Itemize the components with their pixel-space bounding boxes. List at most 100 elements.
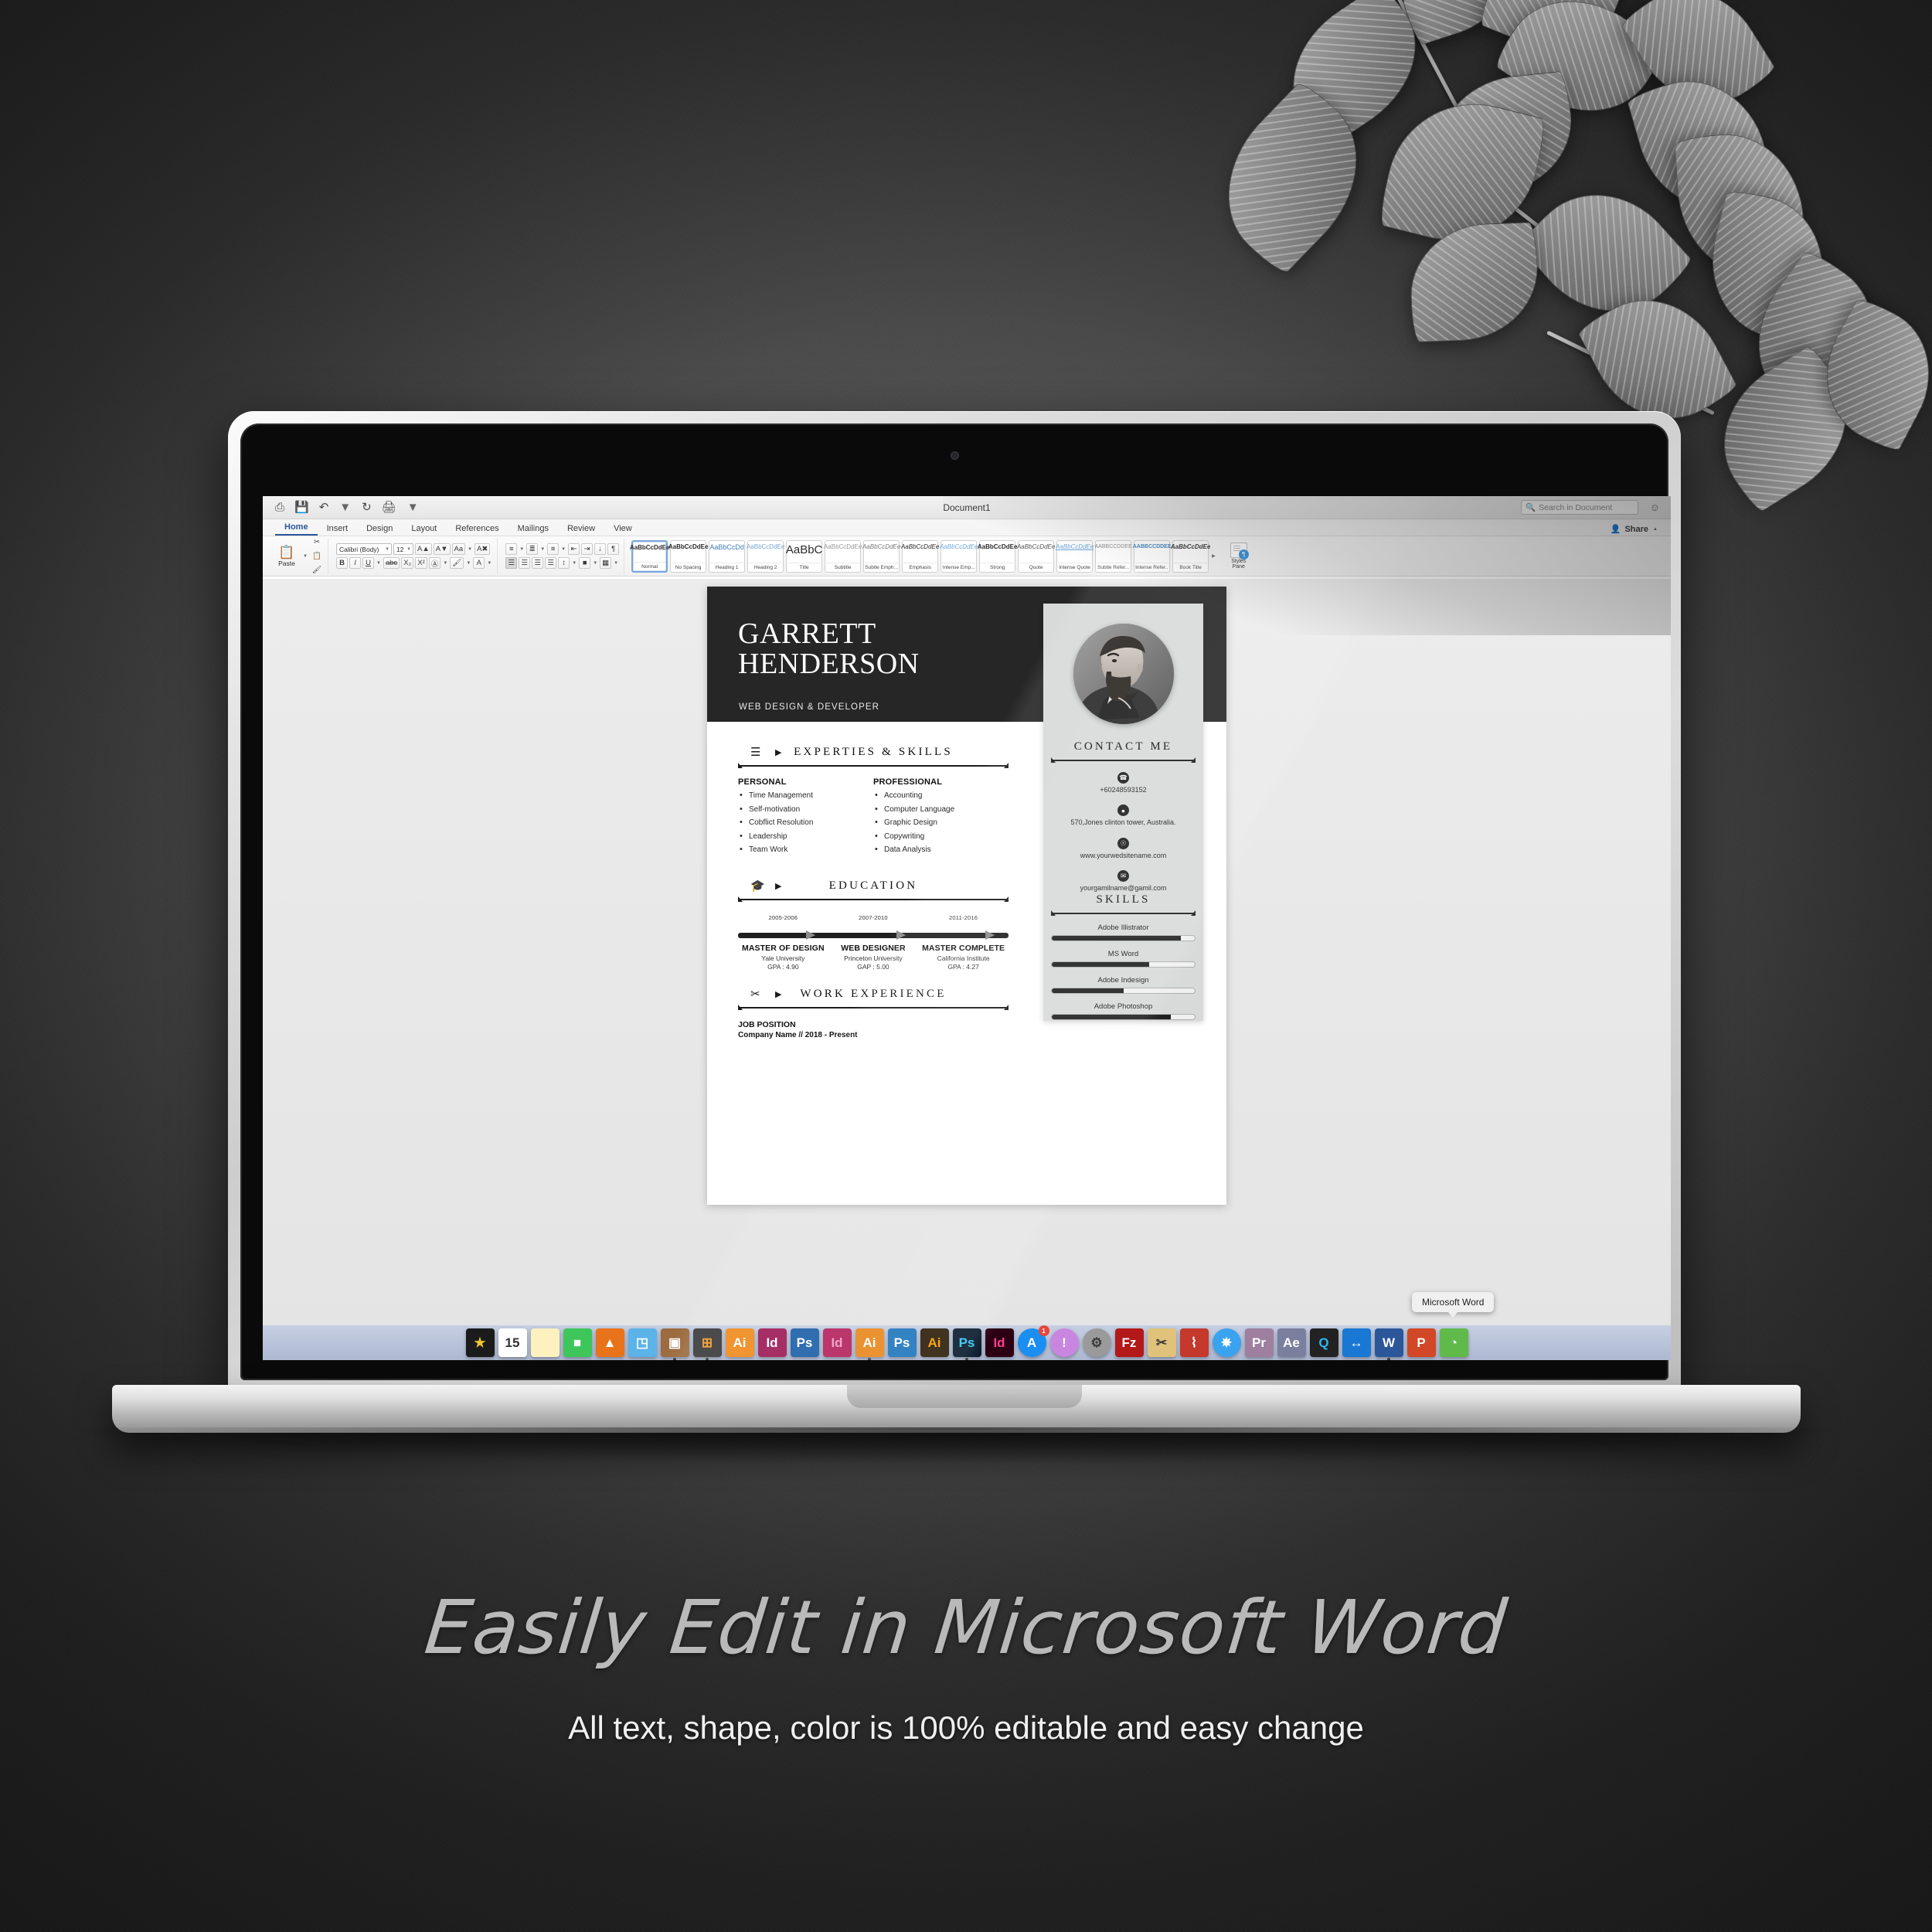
tab-mailings[interactable]: Mailings	[509, 522, 558, 536]
strikethrough-icon[interactable]: abc	[383, 557, 400, 569]
shrink-font-icon[interactable]: A▼	[433, 543, 451, 555]
print-icon[interactable]: 🖨	[382, 502, 396, 513]
folx-icon[interactable]: ⌇	[1179, 1328, 1209, 1357]
style-quote[interactable]: AaBbCcDdEe Quote	[1017, 539, 1055, 573]
highlight-dropdown-icon[interactable]: ▼	[465, 561, 471, 566]
paste-button[interactable]: 📋 Paste	[274, 546, 300, 567]
ribbon-collapse-icon[interactable]: ▲	[1652, 527, 1658, 532]
subscript-icon[interactable]: X₂	[401, 557, 414, 569]
macos-dock[interactable]: ★ 15 ■ ▲ ◳ ▣ ⊞ Ai Id Ps Id Ai Ps Ai Ps Id A 1! ⚙ Fz ✂ ⌇ ✵ Pr Ae Q…	[263, 1325, 1671, 1360]
redo-icon[interactable]: ↻	[362, 502, 372, 513]
styles-pane-button[interactable]: Styles Pane	[1223, 542, 1254, 570]
indesign-dark-icon[interactable]: Id	[985, 1328, 1014, 1357]
style-heading-2[interactable]: AaBbCcDdEe Heading 2	[747, 539, 784, 573]
font-name-box[interactable]: Calibri (Body) ▼	[336, 543, 393, 555]
indesign-icon[interactable]: Id	[757, 1328, 787, 1357]
borders-dropdown-icon[interactable]: ▼	[613, 561, 619, 566]
tab-view[interactable]: View	[604, 522, 641, 536]
highlight-color-icon[interactable]: 🖌	[450, 557, 464, 569]
after-effects-icon[interactable]: Ae	[1277, 1328, 1306, 1357]
font-color-icon[interactable]: A	[473, 557, 485, 569]
numbering-icon[interactable]: ≣	[526, 543, 539, 555]
borders-icon[interactable]: ▦	[600, 557, 612, 569]
customize-toolbar-icon[interactable]: ▼	[406, 502, 420, 513]
quicktime-icon[interactable]: Q	[1309, 1328, 1338, 1357]
style-normal[interactable]: AaBbCcDdEe Normal	[630, 539, 669, 573]
styles-more-icon[interactable]: ▶	[1211, 553, 1216, 559]
underline-icon[interactable]: U	[362, 557, 375, 569]
style-intense-emphasis[interactable]: AaBbCcDdEe Intense Emp...	[940, 539, 978, 573]
style-intense-reference[interactable]: AABBCCDDEE Intense Refer...	[1133, 539, 1172, 573]
print-layout-icon[interactable]: ⎙	[275, 502, 284, 513]
copy-icon[interactable]: 📋	[311, 550, 323, 562]
italic-icon[interactable]: I	[349, 557, 362, 569]
tab-references[interactable]: References	[446, 522, 508, 536]
tab-layout[interactable]: Layout	[402, 522, 446, 536]
multilevel-list-icon[interactable]: ≡	[547, 543, 560, 555]
microsoft-word-icon[interactable]: W	[1374, 1328, 1403, 1360]
photoshop-cc-icon[interactable]: Ps	[887, 1328, 917, 1357]
tab-review[interactable]: Review	[558, 522, 604, 536]
style-title[interactable]: AaBbC Title	[786, 539, 822, 573]
paste-dropdown-icon[interactable]: ▼	[302, 554, 308, 559]
indesign-cc-icon[interactable]: Id	[822, 1328, 852, 1357]
facetime-icon[interactable]: ■	[563, 1328, 592, 1357]
style-subtitle[interactable]: AaBbCcDdEe Subtitle	[824, 539, 862, 573]
style-heading-1[interactable]: AaBbCcDd Heading 1	[709, 539, 746, 573]
unarchiver-icon[interactable]: ✂	[1147, 1328, 1176, 1357]
style-strong[interactable]: AaBbCcDdEe Strong	[978, 539, 1017, 573]
feedback-smiley-icon[interactable]: ☺	[1650, 502, 1660, 513]
clear-formatting-icon[interactable]: A✖	[474, 543, 491, 555]
font-size-dropdown-icon[interactable]: ▼	[406, 547, 411, 552]
style-subtle-emphasis[interactable]: AaBbCcDdEe Subtle Emph...	[862, 539, 900, 573]
app-store-icon[interactable]: A1	[1017, 1325, 1049, 1357]
increase-indent-icon[interactable]: ⇥	[581, 543, 594, 555]
multilevel-dropdown-icon[interactable]: ▼	[560, 547, 566, 552]
resume-page[interactable]: GARRETT HENDERSON WEB DESIGN & DEVELOPER	[707, 587, 1226, 1205]
tab-design[interactable]: Design	[357, 522, 402, 536]
style-subtle-reference[interactable]: AABBCCDDEE Subtle Refer...	[1095, 539, 1132, 573]
align-left-icon[interactable]: ☰	[505, 557, 518, 569]
align-right-icon[interactable]: ☰	[532, 557, 544, 569]
quick-access-toolbar[interactable]: ⎙ 💾 ↶ ▼ ↻ 🖨 ▼	[263, 502, 420, 513]
style-emphasis[interactable]: AaBbCcDdEe Emphasis	[901, 539, 939, 573]
text-effects-icon[interactable]: Ⓐ	[428, 557, 441, 569]
cut-icon[interactable]: ✂	[311, 536, 323, 548]
line-spacing-icon[interactable]: ↕	[558, 557, 570, 569]
text-effects-dropdown-icon[interactable]: ▼	[442, 561, 448, 566]
undo-icon[interactable]: ↶	[319, 502, 329, 513]
calendar-icon[interactable]: 15	[498, 1328, 527, 1357]
tab-insert[interactable]: Insert	[318, 522, 358, 536]
search-in-document[interactable]: 🔍 Search in Document	[1521, 500, 1638, 515]
align-center-icon[interactable]: ☰	[519, 557, 531, 569]
shareit-icon[interactable]: ✵	[1212, 1328, 1241, 1357]
photoshop-dark-icon[interactable]: Ps	[952, 1328, 981, 1360]
style-book-title[interactable]: AaBbCcDdEe Book Title	[1171, 539, 1210, 573]
imovie-icon[interactable]: ★	[465, 1328, 495, 1357]
bullets-icon[interactable]: ≡	[505, 543, 518, 555]
console-icon[interactable]: !	[1049, 1328, 1079, 1357]
numbering-dropdown-icon[interactable]: ▼	[539, 547, 546, 552]
undo-dropdown-icon[interactable]: ▼	[338, 502, 352, 513]
change-case-icon[interactable]: Aa	[451, 543, 466, 555]
document-canvas[interactable]: GARRETT HENDERSON WEB DESIGN & DEVELOPER	[263, 579, 1671, 1360]
apple-remote-desktop-icon[interactable]: ▣	[660, 1328, 689, 1360]
line-spacing-dropdown-icon[interactable]: ▼	[571, 561, 577, 566]
font-color-dropdown-icon[interactable]: ▼	[486, 561, 492, 566]
font-name-dropdown-icon[interactable]: ▼	[385, 547, 389, 552]
keynote-icon[interactable]: ◳	[628, 1328, 657, 1357]
grow-font-icon[interactable]: A▲	[415, 543, 432, 555]
underline-dropdown-icon[interactable]: ▼	[376, 561, 382, 566]
filezilla-icon[interactable]: Fz	[1114, 1328, 1144, 1357]
decrease-indent-icon[interactable]: ⇤	[568, 543, 580, 555]
shading-dropdown-icon[interactable]: ▼	[592, 561, 598, 566]
premiere-icon[interactable]: Pr	[1244, 1328, 1274, 1357]
bold-icon[interactable]: B	[336, 557, 349, 569]
show-formatting-marks-icon[interactable]: ¶	[607, 543, 620, 555]
justify-icon[interactable]: ☰	[545, 557, 557, 569]
vlc-icon[interactable]: ▲	[595, 1328, 624, 1357]
teamviewer-icon[interactable]: ↔	[1342, 1328, 1371, 1357]
format-painter-icon[interactable]: 🖌	[311, 564, 323, 576]
style-intense-quote[interactable]: AaBbCcDdEe Intense Quote	[1056, 539, 1094, 573]
share-button[interactable]: 👤 Share ▲	[1611, 524, 1658, 535]
